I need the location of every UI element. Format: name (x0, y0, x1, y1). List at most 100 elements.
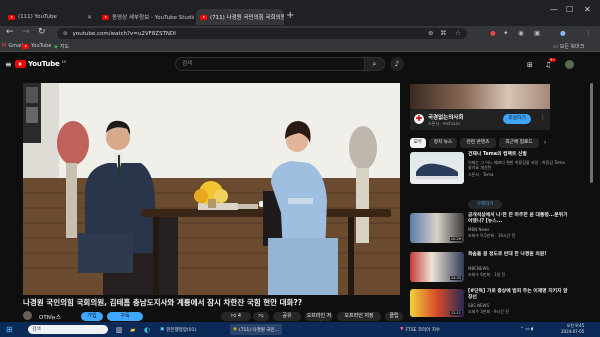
subscribe-button[interactable]: 구독 (107, 312, 143, 321)
taskbar: ⊞ 검색 ▥ ▰ ◐ ▣ 한은행정망(01) ◉ (711) 나경원 국민...… (0, 322, 600, 337)
video-title: 나경원 국민의힘 국회의원, 김태흠 충남도지사와 계룡에서 잠시 차한잔 국힘… (23, 298, 303, 307)
market-ticker[interactable]: ▼ FTSE 코리아 지수 (400, 324, 440, 335)
video-thumbnail[interactable]: 12:11 (410, 289, 464, 317)
chips-next-icon[interactable]: › (544, 139, 546, 146)
share-button[interactable]: 공유 (273, 312, 301, 321)
recommendation-item[interactable]: 20:29 공개석상에서 나·한 한 마주한 윤 대통령...분위기 어땠나? … (410, 213, 575, 251)
youtube-favicon-icon (200, 14, 207, 20)
address-bar[interactable]: ⊜ youtube.com/watch?v=u2VF8ZSTNDI (57, 28, 467, 39)
bookmark-gmail[interactable]: M Gmail (2, 43, 23, 49)
join-button[interactable]: 가입 (81, 312, 103, 321)
video-duration: 12:11 (449, 311, 462, 315)
clock[interactable]: 오전 9:45 2024-07-05 (561, 323, 584, 334)
task-view-icon[interactable]: ▥ (116, 324, 123, 335)
taskbar-search-input[interactable]: 검색 (28, 325, 108, 334)
recommendation-title: 건재나 Tema의 컴팩트 신발 (468, 152, 527, 157)
download-button[interactable]: 오프라인 저장 (305, 312, 333, 321)
install-icon[interactable]: ⊕ (428, 29, 433, 37)
clip-button[interactable]: 클립 (385, 312, 403, 321)
chip-all[interactable]: 모두 (410, 138, 426, 148)
search-input[interactable]: 검색 (175, 57, 365, 71)
bookmark-label: Gmail (8, 43, 23, 49)
minimize-icon[interactable]: — (550, 5, 558, 14)
youtube-favicon-icon (102, 14, 109, 20)
search-button[interactable]: ⌕ (365, 57, 385, 71)
menu-dots-icon[interactable]: ⋮ (585, 29, 592, 37)
dislike-button[interactable]: 👎︎ (253, 312, 269, 321)
translate-icon[interactable]: ⌘ (440, 29, 447, 37)
taskbar-app-group[interactable]: ▣ 한은행정망(01) (160, 324, 196, 335)
channel-avatar[interactable] (23, 311, 32, 320)
edge-icon[interactable]: ◐ (144, 324, 150, 335)
offline-save-button[interactable]: 오프라인 저장 (337, 312, 381, 321)
related-filter-chips: 모두 정치 뉴스 관련 콘텐츠 최근에 업로드 › (410, 138, 570, 149)
shop-now-button[interactable]: 구매하기 (468, 200, 502, 209)
extension-icon[interactable]: ● (490, 29, 496, 37)
tab-youtube-home[interactable]: (111) YouTube ✕ (4, 9, 96, 25)
tab-title: 동영상 세부정보 - YouTube Studio (112, 15, 194, 21)
tray-icons[interactable]: ⌃ ▭ ◖ (520, 324, 533, 335)
youtube-favicon-icon (22, 43, 29, 49)
tab-title: (111) YouTube (18, 14, 57, 20)
promoted-ad-card[interactable]: ✚ 국경없는의사회 스폰서 · msf.or.kr 후원하기 ⋮ (410, 84, 550, 130)
search-icon: ⌕ (372, 60, 377, 68)
recommendation-meta: 조회수 6만회 · 1일 전 (468, 272, 506, 277)
video-thumbnail[interactable]: 24:33 (410, 252, 464, 282)
chip-recently-uploaded[interactable]: 최근에 업로드 (499, 138, 539, 148)
download-label: 오프라인 저장 (306, 313, 332, 319)
video-thumbnail[interactable]: 20:29 (410, 213, 464, 243)
voice-search-button[interactable]: ♪ (390, 57, 404, 71)
ticker-text: FTSE 코리아 지수 (405, 327, 440, 333)
youtube-favicon-icon (8, 14, 15, 20)
forward-icon[interactable]: → (22, 27, 30, 37)
tab-youtube-studio[interactable]: 동영상 세부정보 - YouTube Studio ✕ (98, 9, 194, 25)
folder-icon: ▭ (553, 43, 558, 50)
bookmark-star-icon[interactable]: ☆ (455, 29, 461, 37)
ad-more-icon[interactable]: ⋮ (540, 114, 546, 121)
thumbs-down-icon: 👎︎ (258, 313, 264, 319)
new-tab-button[interactable]: + (286, 10, 294, 22)
maximize-icon[interactable]: ☐ (566, 5, 573, 14)
video-thumbnail[interactable] (410, 152, 464, 184)
bookmark-youtube[interactable]: YouTube (22, 43, 51, 49)
all-bookmarks-folder[interactable]: ▭ 모든 북마크 (553, 43, 584, 51)
bookmark-maps[interactable]: ◆ 지도 (54, 43, 70, 51)
video-duration: 24:33 (449, 276, 462, 280)
profile-icon[interactable]: ◉ (518, 29, 524, 37)
video-player[interactable] (23, 83, 400, 295)
chip-politics-news[interactable]: 정치 뉴스 (429, 138, 457, 148)
recommendation-meta: 조회수 9.5만회 · 16시간 전 (468, 233, 516, 238)
reload-icon[interactable]: ↻ (38, 27, 46, 37)
sidebar-icon[interactable]: ▣ (534, 29, 540, 37)
tab-current-video[interactable]: (711) 나경원 국민의힘 국회의원, 김... ✕ (196, 9, 284, 25)
ad-cta-button[interactable]: 후원하기 (503, 114, 531, 124)
channel-name[interactable]: OTN뉴스 (39, 313, 61, 321)
bookmarks-bar: M Gmail YouTube ◆ 지도 ▭ 모든 북마크 (0, 41, 600, 52)
puzzle-icon[interactable]: ✦ (503, 29, 508, 37)
like-button[interactable]: 👍︎ 4 (221, 312, 251, 321)
avatar[interactable] (565, 60, 574, 69)
account-icon[interactable]: ● (560, 29, 566, 37)
bookmark-label: 지도 (59, 44, 70, 50)
close-window-icon[interactable]: ✕ (584, 5, 591, 14)
recommendation-item[interactable]: 건재나 Tema의 컴팩트 신발 이제는 그 어느 때보다 편한 착용감을 자랑… (410, 152, 575, 212)
tab-title: (711) 나경원 국민의힘 국회의원, 김... (210, 15, 284, 21)
guide-menu-icon[interactable]: ≡ (5, 60, 12, 69)
taskbar-chrome-window[interactable]: ◉ (711) 나경원 국민... (230, 324, 282, 335)
notifications-bell-icon[interactable]: ♫ (545, 61, 551, 69)
page-scrollbar[interactable] (590, 83, 593, 183)
notification-badge: 9+ (549, 58, 557, 62)
close-tab-icon[interactable]: ✕ (87, 14, 92, 21)
tab-strip: (111) YouTube ✕ 동영상 세부정보 - YouTube Studi… (0, 0, 600, 26)
back-icon[interactable]: ← (6, 27, 14, 37)
create-video-icon[interactable]: ⊞ (527, 61, 533, 69)
site-info-icon[interactable]: ⊜ (63, 31, 68, 37)
start-button[interactable]: ⊞ (6, 324, 13, 335)
recommendation-item[interactable]: 12:11 [#단독] 가로 중상에 범죄 주는 이재명 지키지 앞장선 SBS… (410, 289, 575, 319)
youtube-logo[interactable]: YouTube KR (15, 60, 66, 68)
explorer-icon[interactable]: ▰ (130, 324, 135, 335)
recommendation-title: 공개석상에서 나·한 한 마주한 윤 대통령...분위기 어땠나? [뉴스... (468, 213, 568, 224)
chip-related[interactable]: 관련 콘텐츠 (460, 138, 496, 148)
recommendation-item[interactable]: 24:33 목숨을 걸 정도로 반대 한 나경원 의원! MBCNEWS 조회수… (410, 252, 575, 290)
video-duration: 20:29 (449, 237, 462, 241)
